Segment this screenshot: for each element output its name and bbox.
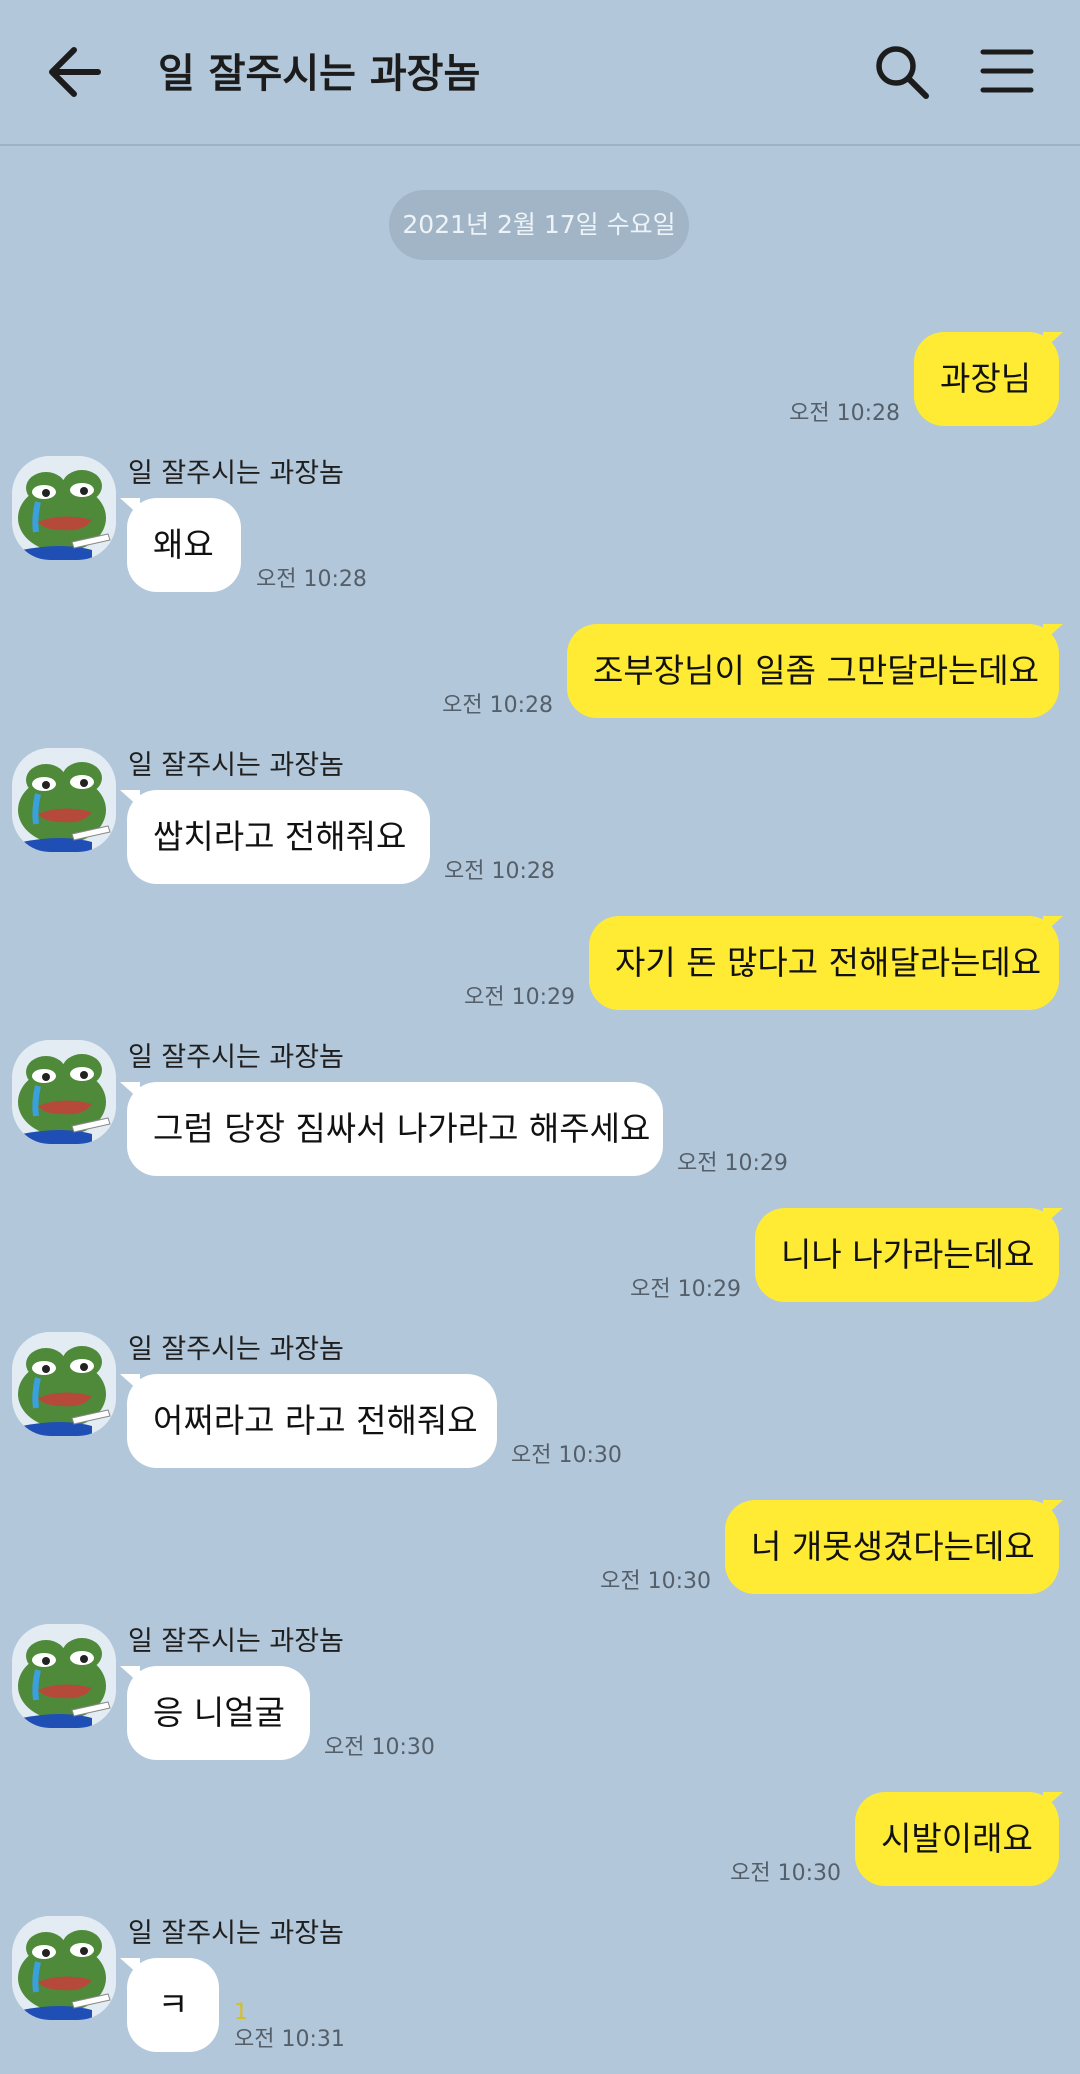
- message-text: ㅋ: [157, 1985, 189, 2024]
- message-time: 오전 10:29: [630, 1277, 741, 1302]
- message-time: 오전 10:28: [442, 693, 553, 718]
- bubble-tail: [120, 498, 140, 516]
- bubble-tail: [120, 1666, 140, 1684]
- message-time: 오전 10:28: [256, 567, 367, 592]
- pepe-frog-avatar-icon: [12, 1916, 116, 2020]
- sender-name: 일 잘주시는 과장놈: [128, 1334, 344, 1365]
- message-time: 오전 10:28: [444, 859, 555, 884]
- unread-count-badge: 1: [234, 2000, 248, 2025]
- avatar[interactable]: [12, 456, 116, 560]
- message-text: 그럼 당장 짐싸서 나가라고 해주세요: [153, 1109, 651, 1148]
- message-time: 오전 10:30: [600, 1569, 711, 1594]
- pepe-frog-avatar-icon: [12, 1040, 116, 1144]
- pepe-frog-avatar-icon: [12, 748, 116, 852]
- sender-name: 일 잘주시는 과장놈: [128, 458, 344, 489]
- pepe-frog-avatar-icon: [12, 1624, 116, 1728]
- message-time: 오전 10:30: [730, 1861, 841, 1886]
- message-text: 왜요: [153, 525, 214, 564]
- my-message-bubble[interactable]: 과장님: [914, 332, 1059, 426]
- message-text: 조부장님이 일좀 그만달라는데요: [593, 651, 1040, 690]
- date-divider: 2021년 2월 17일 수요일: [389, 190, 689, 260]
- hamburger-menu-icon: [980, 49, 1034, 93]
- message-time: 오전 10:31: [234, 2027, 345, 2052]
- avatar[interactable]: [12, 1332, 116, 1436]
- message-time: 오전 10:30: [511, 1443, 622, 1468]
- avatar[interactable]: [12, 1916, 116, 2020]
- my-message-bubble[interactable]: 자기 돈 많다고 전해달라는데요: [589, 916, 1059, 1010]
- their-message-bubble[interactable]: 왜요: [127, 498, 241, 592]
- bubble-tail: [1043, 1500, 1063, 1518]
- bubble-tail: [120, 790, 140, 808]
- message-text: 응 니얼굴: [153, 1693, 285, 1732]
- search-icon: [876, 46, 929, 99]
- bubble-tail: [1043, 916, 1063, 934]
- avatar[interactable]: [12, 1624, 116, 1728]
- back-button[interactable]: [46, 44, 110, 100]
- pepe-frog-avatar-icon: [12, 1332, 116, 1436]
- their-message-bubble[interactable]: 그럼 당장 짐싸서 나가라고 해주세요: [127, 1082, 663, 1176]
- message-text: 시발이래요: [881, 1819, 1033, 1858]
- message-time: 오전 10:28: [789, 401, 900, 426]
- bubble-tail: [1043, 624, 1063, 642]
- my-message-bubble[interactable]: 니나 나가라는데요: [755, 1208, 1059, 1302]
- bubble-tail: [1043, 332, 1063, 350]
- message-time: 오전 10:29: [677, 1151, 788, 1176]
- bubble-tail: [120, 1958, 140, 1976]
- bubble-tail: [120, 1082, 140, 1100]
- message-time: 오전 10:29: [464, 985, 575, 1010]
- pepe-frog-avatar-icon: [12, 456, 116, 560]
- sender-name: 일 잘주시는 과장놈: [128, 1918, 344, 1949]
- message-time: 오전 10:30: [324, 1735, 435, 1760]
- bubble-tail: [1043, 1208, 1063, 1226]
- sender-name: 일 잘주시는 과장놈: [128, 1626, 344, 1657]
- my-message-bubble[interactable]: 시발이래요: [855, 1792, 1059, 1886]
- message-text: 자기 돈 많다고 전해달라는데요: [615, 943, 1042, 982]
- chat-header: 일 잘주시는 과장놈: [0, 0, 1080, 146]
- message-text: 과장님: [940, 359, 1032, 398]
- message-text: 어쩌라고 라고 전해줘요: [153, 1401, 478, 1440]
- my-message-bubble[interactable]: 조부장님이 일좀 그만달라는데요: [567, 624, 1059, 718]
- menu-button[interactable]: [980, 46, 1034, 96]
- bubble-tail: [1043, 1792, 1063, 1810]
- bubble-tail: [120, 1374, 140, 1392]
- search-button[interactable]: [872, 42, 932, 102]
- avatar[interactable]: [12, 1040, 116, 1144]
- my-message-bubble[interactable]: 너 개못생겼다는데요: [725, 1500, 1059, 1594]
- avatar[interactable]: [12, 748, 116, 852]
- message-text: 니나 나가라는데요: [781, 1235, 1035, 1274]
- sender-name: 일 잘주시는 과장놈: [128, 750, 344, 781]
- sender-name: 일 잘주시는 과장놈: [128, 1042, 344, 1073]
- message-text: 너 개못생겼다는데요: [751, 1527, 1035, 1566]
- their-message-bubble[interactable]: 쌉치라고 전해줘요: [127, 790, 430, 884]
- back-arrow-icon: [49, 47, 101, 97]
- their-message-bubble[interactable]: 응 니얼굴: [127, 1666, 310, 1760]
- their-message-bubble[interactable]: 어쩌라고 라고 전해줘요: [127, 1374, 497, 1468]
- chat-title: 일 잘주시는 과장놈: [158, 51, 481, 97]
- their-message-bubble[interactable]: ㅋ: [127, 1958, 219, 2052]
- message-text: 쌉치라고 전해줘요: [153, 817, 407, 856]
